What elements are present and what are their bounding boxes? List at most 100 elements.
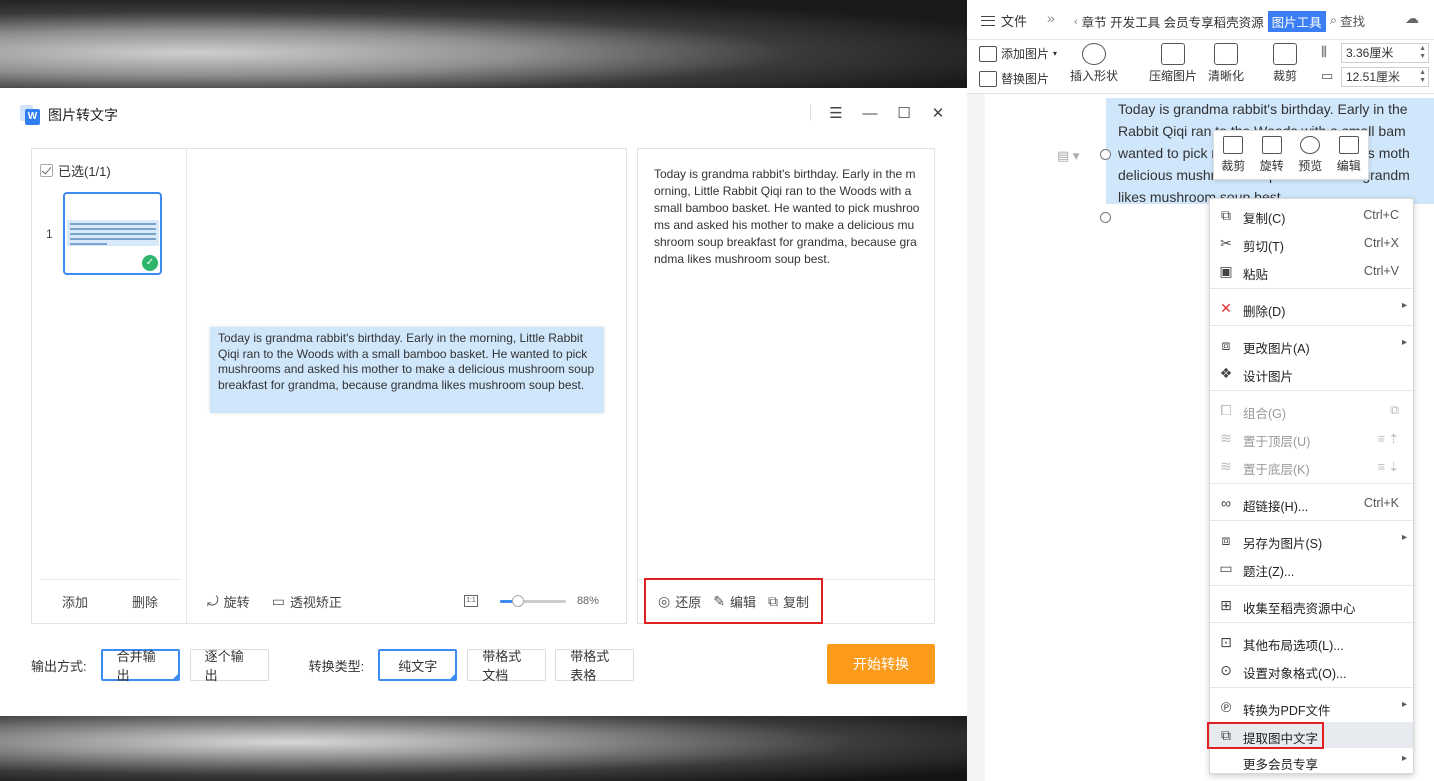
- submenu-arrow-icon: ▸: [1401, 300, 1407, 311]
- options-row: 输出方式: 合并输出 逐个输出 转换类型: 纯文字 带格式文档 带格式表格: [31, 648, 935, 683]
- height-icon: ⫼: [1321, 44, 1327, 59]
- thumbnail-column: 已选(1/1) 1 ✓ 添加 删除: [32, 149, 187, 623]
- paste-icon: ▣: [1219, 263, 1233, 279]
- menu-icon[interactable]: ☰: [827, 104, 845, 122]
- compress-icon: [1161, 43, 1185, 65]
- document-icon[interactable]: ▤ ▾: [1057, 148, 1079, 164]
- height-field[interactable]: 3.36厘米 ▲ ▼: [1341, 43, 1429, 63]
- crop-menu[interactable]: 裁剪: [1273, 43, 1297, 84]
- collect-icon: ⊞: [1220, 597, 1232, 613]
- checkbox-icon[interactable]: [40, 164, 53, 177]
- edit-button[interactable]: ✎ 编辑: [713, 592, 756, 611]
- insert-shape-menu[interactable]: 插入形状: [1070, 43, 1118, 84]
- image-thumbnail[interactable]: ✓: [63, 192, 162, 275]
- dialog-title-bar: W 图片转文字: [20, 105, 118, 125]
- replace-image-icon: [979, 70, 997, 87]
- float-edit-button[interactable]: 编辑: [1337, 136, 1361, 174]
- resize-handle[interactable]: [1100, 212, 1111, 223]
- perspective-correction-button[interactable]: ▭ 透视矫正: [272, 592, 342, 611]
- add-image-button[interactable]: 添加: [62, 592, 88, 611]
- insert-shape-label: 插入形状: [1070, 69, 1119, 83]
- crop-label: 裁剪: [1273, 69, 1298, 83]
- width-field[interactable]: 12.51厘米 ▲ ▼: [1341, 67, 1429, 87]
- formatted-table-button[interactable]: 带格式表格: [555, 649, 635, 683]
- merge-output-button[interactable]: 合并输出: [100, 649, 180, 683]
- compress-image-button[interactable]: 压缩图片: [1149, 43, 1197, 84]
- file-menu[interactable]: 文件: [981, 11, 1027, 30]
- more-tabs-icon[interactable]: »: [1047, 10, 1055, 26]
- tab-picture-tools[interactable]: 图片工具: [1267, 11, 1326, 32]
- float-rotate-button[interactable]: 旋转: [1260, 136, 1284, 174]
- menu-item-collect[interactable]: ⊞ 收集至稻壳资源中心: [1210, 592, 1413, 618]
- delete-image-button[interactable]: 删除: [132, 592, 158, 611]
- check-icon: ✓: [142, 255, 158, 271]
- maximize-icon[interactable]: ☐: [895, 104, 913, 122]
- pencil-icon: ✎: [713, 592, 725, 609]
- menu-item-change-image[interactable]: ⧈ 更改图片(A) ▸: [1210, 332, 1413, 358]
- formatted-doc-button[interactable]: 带格式文档: [467, 649, 547, 683]
- group-icon-right: ⧉: [1390, 403, 1399, 417]
- restore-button[interactable]: ◎ 还原: [658, 592, 701, 611]
- crop-icon: [1273, 43, 1297, 65]
- menu-item-hyperlink[interactable]: ∞ 超链接(H)... Ctrl+K: [1210, 490, 1413, 516]
- float-rotate-label: 旋转: [1259, 159, 1284, 173]
- thumbnail-index: 1: [46, 227, 53, 241]
- zoom-slider[interactable]: [499, 594, 566, 607]
- window-controls: ☰ — ☐ ✕: [810, 104, 947, 122]
- copy-button[interactable]: ⧉ 复制: [768, 592, 809, 611]
- menu-item-layout-options[interactable]: ⊡ 其他布局选项(L)...: [1210, 629, 1413, 655]
- copy-label: 复制: [782, 594, 809, 610]
- float-preview-button[interactable]: 预览: [1298, 136, 1322, 174]
- close-icon[interactable]: ✕: [929, 104, 947, 122]
- menu-item-paste[interactable]: ▣ 粘贴 Ctrl+V: [1210, 258, 1413, 284]
- tabs-label[interactable]: 章节 开发工具 会员专享稻壳资源: [1082, 12, 1264, 31]
- context-menu: ⧉ 复制(C) Ctrl+C ✂ 剪切(T) Ctrl+X ▣ 粘贴 Ctrl+V ✕ 删除(…: [1209, 198, 1414, 774]
- replace-image-button[interactable]: 替换图片: [979, 70, 1049, 87]
- width-spinner[interactable]: ▲ ▼: [1419, 69, 1426, 85]
- menu-item-design-image[interactable]: ❖ 设计图片: [1210, 360, 1413, 386]
- separate-output-button[interactable]: 逐个输出: [189, 649, 269, 683]
- highlight-box: [1207, 722, 1324, 749]
- zoom-value: 88%: [576, 595, 599, 607]
- minimize-icon[interactable]: —: [861, 104, 879, 122]
- menu-item-caption[interactable]: ▭ 题注(Z)...: [1210, 555, 1413, 581]
- menu-item-send-to-back: ≋ 置于底层(K) ≡ ⇣: [1210, 453, 1413, 479]
- caption-icon: ▭: [1219, 560, 1233, 576]
- menu-item-delete[interactable]: ✕ 删除(D) ▸: [1210, 295, 1413, 321]
- select-all-label: 已选(1/1): [58, 164, 111, 179]
- plain-text-button[interactable]: 纯文字: [378, 649, 458, 681]
- resize-handle[interactable]: [1100, 149, 1111, 160]
- height-spinner[interactable]: ▲ ▼: [1419, 45, 1426, 61]
- delete-icon: ✕: [1220, 300, 1232, 316]
- fit-size-icon[interactable]: 1:1: [463, 595, 478, 607]
- search-icon: ⌕: [1330, 13, 1338, 27]
- menu-item-more-member[interactable]: 更多会员专享 ▸: [1210, 748, 1413, 774]
- rotate-icon: ⤾: [207, 592, 219, 609]
- source-image-preview: Today is grandma rabbit's birthday. Earl…: [210, 327, 604, 413]
- preview-toolbar: ⤾ 旋转 ▭ 透视矫正 1:1 88%: [187, 579, 627, 623]
- search-button[interactable]: ⌕ 查找: [1330, 11, 1365, 30]
- result-text[interactable]: Today is grandma rabbit's birthday. Earl…: [654, 166, 920, 268]
- restore-label: 还原: [675, 594, 702, 610]
- image-panel: 已选(1/1) 1 ✓ 添加 删除 Today is grandma rabbi…: [31, 148, 627, 624]
- copy-icon: ⧉: [1221, 207, 1231, 223]
- menu-item-copy[interactable]: ⧉ 复制(C) Ctrl+C: [1210, 202, 1413, 228]
- float-crop-button[interactable]: 裁剪: [1221, 136, 1245, 174]
- menu-item-convert-pdf[interactable]: ℗ 转换为PDF文件 ▸: [1210, 694, 1413, 720]
- scroll-left-icon[interactable]: ‹: [1074, 16, 1078, 28]
- menu-item-format-object[interactable]: ⊙ 设置对象格式(O)...: [1210, 657, 1413, 683]
- zoom-slider-knob[interactable]: [511, 594, 524, 607]
- clarify-label: 清晰化: [1208, 69, 1245, 83]
- menu-item-cut[interactable]: ✂ 剪切(T) Ctrl+X: [1210, 230, 1413, 256]
- rotate-button[interactable]: ⤾ 旋转: [207, 592, 250, 611]
- layers-icon: ≋: [1220, 458, 1232, 474]
- output-mode-label: 输出方式:: [31, 658, 87, 674]
- select-all-checkbox[interactable]: 已选(1/1): [40, 161, 111, 180]
- replace-image-label: 替换图片: [1001, 72, 1050, 86]
- add-image-menu[interactable]: 添加图片 ▾: [979, 45, 1057, 62]
- clarify-menu[interactable]: 清晰化: [1208, 43, 1244, 84]
- menu-item-save-as-image[interactable]: ⧈ 另存为图片(S) ▸: [1210, 527, 1413, 553]
- perspective-label: 透视矫正: [289, 594, 342, 610]
- cloud-icon[interactable]: ☁: [1405, 10, 1419, 27]
- start-convert-button[interactable]: 开始转换: [827, 644, 935, 684]
